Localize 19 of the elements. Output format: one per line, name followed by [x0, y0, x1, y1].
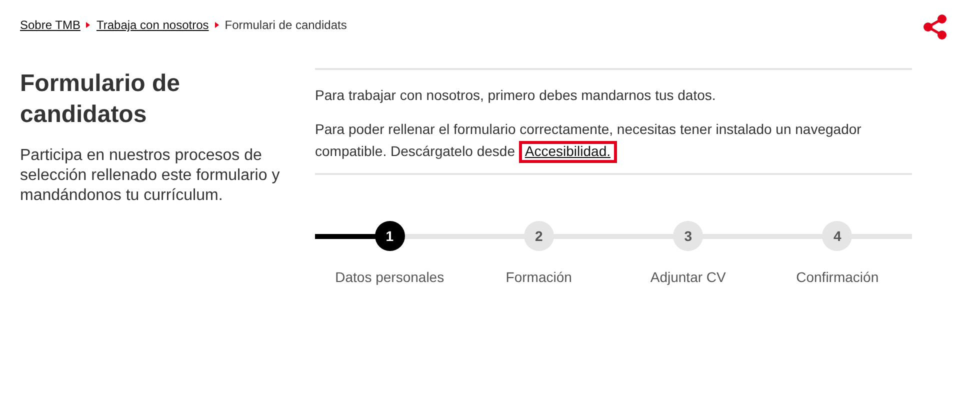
step-number[interactable]: 1: [374, 221, 405, 251]
page-description: Participa en nuestros procesos de selección rellenado este formulario y mandándonos tu currículum.: [20, 146, 281, 206]
step-number[interactable]: 2: [524, 221, 554, 251]
notice-text: Para poder rellenar el formulario correctamente, necesitas tener instalado un navegador compatible. Descárgatelo desde Accesibilidad.: [315, 118, 912, 163]
step-label: Adjuntar CV: [650, 268, 726, 287]
step-label: Confirmación: [796, 268, 879, 287]
step-label: Datos personales: [335, 268, 444, 287]
step-number[interactable]: 3: [673, 221, 704, 251]
accessibility-link[interactable]: Accesibilidad.: [518, 141, 617, 163]
step-label: Formación: [506, 268, 572, 287]
breadcrumb-link[interactable]: Sobre TMB: [20, 16, 80, 34]
breadcrumb-link[interactable]: Trabaja con nosotros: [96, 16, 209, 34]
share-icon[interactable]: [923, 14, 947, 40]
page-title: Formulario de candidatos: [20, 69, 182, 130]
intro-text: Para trabajar con nosotros, primero debes mandarnos tus datos.: [315, 86, 717, 104]
breadcrumb-current: Formulari de candidats: [224, 17, 347, 34]
breadcrumb-separator-icon: [214, 22, 219, 28]
step-number[interactable]: 4: [822, 221, 852, 251]
breadcrumb-separator-icon: [86, 22, 90, 28]
